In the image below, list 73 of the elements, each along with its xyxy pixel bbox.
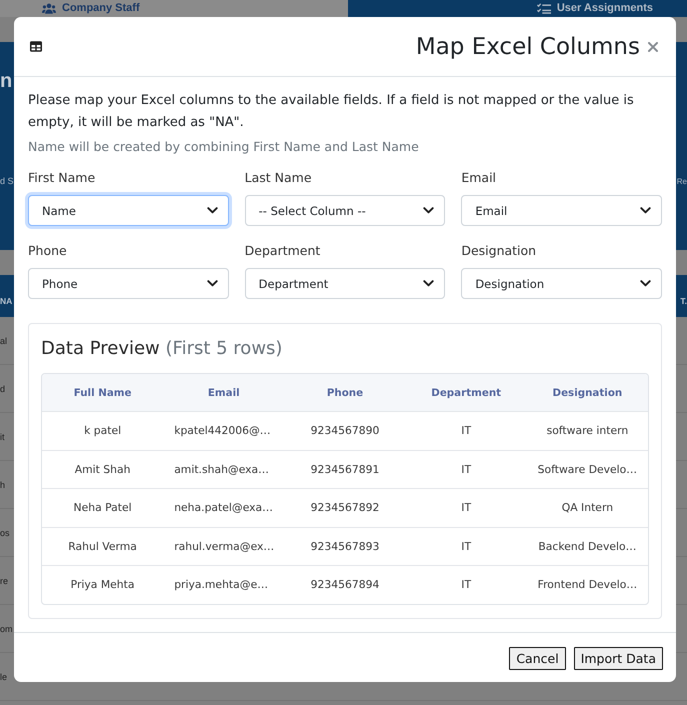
- table-cell-text: re: [0, 576, 8, 586]
- instructions-text: Please map your Excel columns to the available fields. If a field is not mapped or the value is empty, it will be marked as "NA".: [28, 92, 635, 132]
- table-cell-text: Backend Develo…: [537, 538, 638, 555]
- table-cell-text: rahul.verma@ex…: [173, 538, 276, 555]
- close-icon: [648, 42, 658, 52]
- table-cell-text: Rahul Verma: [67, 538, 138, 555]
- column-header-text: T.: [680, 296, 687, 306]
- field-label: Phone: [28, 242, 67, 260]
- table-cell-text: Software Develo…: [536, 462, 638, 478]
- chevron-down-icon: [640, 280, 651, 287]
- field-label: Designation: [461, 242, 536, 260]
- table-cell-text: le: [0, 672, 8, 682]
- table-cell-text: IT: [460, 500, 472, 516]
- table-cell-text: Frontend Develo…: [536, 577, 638, 594]
- table-cell-text: 9234567892: [310, 500, 380, 516]
- column-select[interactable]: Designation: [461, 268, 662, 299]
- page-tab[interactable]: User Assignments: [348, 0, 687, 17]
- table-cell-text: Neha Patel: [72, 500, 133, 516]
- chevron-down-icon: [640, 207, 651, 214]
- column-select[interactable]: Department: [244, 268, 446, 299]
- table-cell-text: om: [0, 624, 13, 634]
- chevron-down-icon: [423, 280, 434, 287]
- hint-text: Name will be created by combining First Name and Last Name: [28, 138, 420, 156]
- column-header: Phone: [326, 386, 364, 400]
- column-select[interactable]: Email: [461, 195, 662, 226]
- column-select[interactable]: Name: [28, 195, 229, 226]
- field-label: Department: [244, 242, 320, 260]
- table-cell-text: Amit Shah: [74, 462, 132, 478]
- close-button[interactable]: [646, 40, 660, 54]
- modal-title: Map Excel Columns: [414, 32, 640, 62]
- preview-title: Data Preview (First 5 rows): [41, 337, 284, 361]
- toolbar-text: d S: [0, 176, 14, 187]
- chevron-down-icon: [206, 207, 218, 214]
- table-cell-text: 9234567891: [310, 462, 380, 478]
- table-cell-text: Priya Mehta: [70, 577, 136, 594]
- field-label: First Name: [28, 169, 96, 187]
- table-icon: [30, 41, 42, 52]
- table-cell-text: IT: [460, 577, 472, 594]
- field-label: Email: [461, 169, 496, 187]
- table-cell-text: amit.shah@exa…: [173, 462, 270, 478]
- checklist-icon: [536, 3, 551, 14]
- chevron-down-icon: [423, 207, 434, 214]
- chevron-down-icon: [206, 280, 218, 287]
- table-cell-text: 9234567893: [310, 538, 380, 555]
- users-icon: [42, 3, 56, 14]
- toolbar-text: Re: [676, 176, 687, 187]
- table-cell-text: 9234567894: [310, 577, 380, 594]
- table-cell-text: al: [0, 336, 8, 346]
- column-header: Department: [430, 386, 502, 400]
- column-header: Email: [206, 386, 241, 400]
- table-cell-text: d: [0, 384, 6, 394]
- table-cell-text: IT: [460, 538, 472, 555]
- page-title-text: n: [0, 70, 12, 94]
- column-select[interactable]: -- Select Column --: [244, 195, 446, 226]
- column-header: Full Name: [72, 386, 132, 400]
- column-select[interactable]: Phone: [28, 268, 229, 299]
- table-cell-text: IT: [460, 423, 472, 440]
- table-cell-text: priya.mehta@e…: [173, 577, 270, 594]
- table-cell-text: k patel: [83, 423, 122, 440]
- table-cell-text: h: [0, 480, 6, 490]
- column-header: Designation: [552, 386, 624, 400]
- table-cell-text: 9234567890: [310, 423, 380, 440]
- field-label: Last Name: [244, 169, 312, 187]
- table-cell-text: software intern: [546, 423, 630, 440]
- column-header-text: NA: [0, 296, 12, 306]
- footer-button[interactable]: Cancel: [509, 646, 566, 670]
- footer-button[interactable]: Import Data: [574, 646, 663, 670]
- table-cell-text: QA Intern: [560, 500, 614, 516]
- table-cell-text: it: [0, 432, 4, 442]
- table-cell-text: IT: [460, 462, 472, 478]
- table-cell-text: kpatel442006@…: [173, 423, 272, 440]
- table-cell-text: neha.patel@exa…: [173, 500, 274, 516]
- table-cell-text: os: [0, 528, 10, 538]
